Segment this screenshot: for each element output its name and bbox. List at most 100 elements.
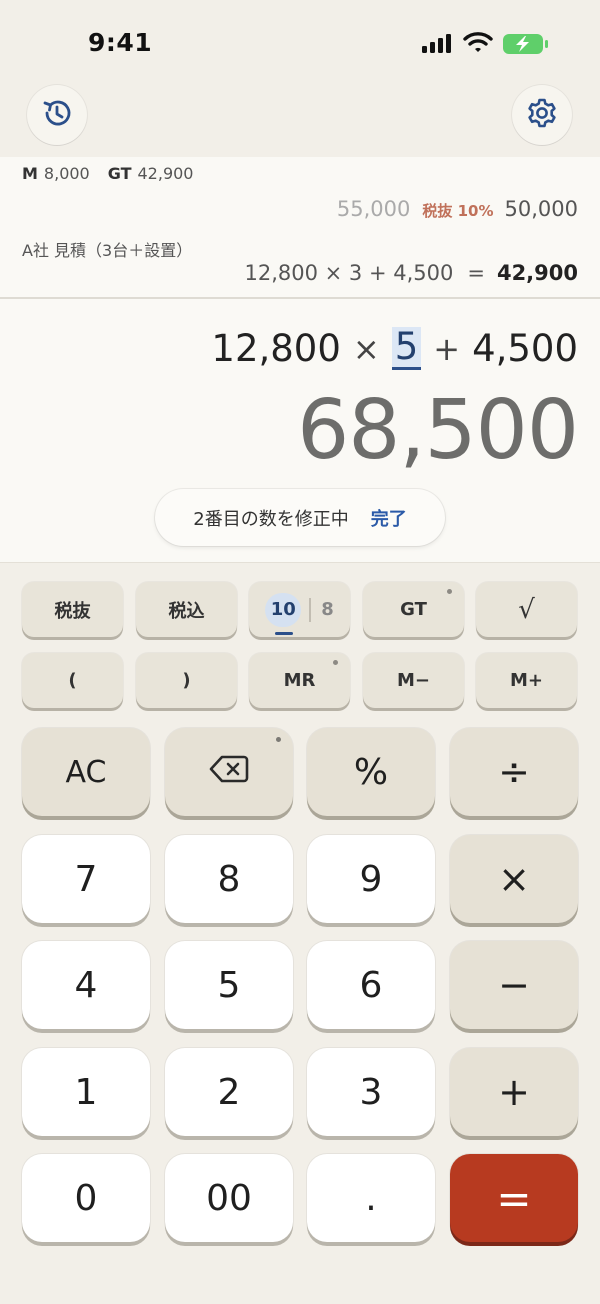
tape-calculation-entry[interactable]: 12,800 × 3 + 4,500 = 42,900 bbox=[244, 261, 578, 285]
memory-plus-key[interactable]: M+ bbox=[476, 653, 577, 708]
memory-plus-label: M+ bbox=[510, 670, 543, 691]
equals-label: = bbox=[496, 1173, 532, 1223]
multiply-key[interactable]: × bbox=[450, 835, 578, 923]
memory-indicator-dot bbox=[333, 660, 338, 665]
digit-6-label: 6 bbox=[359, 964, 383, 1006]
edit-done-button[interactable]: 完了 bbox=[371, 505, 407, 531]
all-clear-label: AC bbox=[65, 754, 107, 790]
digit-3-label: 3 bbox=[359, 1071, 383, 1113]
grand-total-indicator-dot bbox=[447, 589, 452, 594]
memory-status-row: M 8,000 GT 42,900 bbox=[22, 164, 193, 183]
divide-key[interactable]: ÷ bbox=[450, 728, 578, 816]
digit-8-label: 8 bbox=[217, 858, 241, 900]
tape-entry-expression: 12,800 × 3 + 4,500 bbox=[244, 261, 454, 285]
status-bar: 9:41 bbox=[0, 0, 600, 84]
memory-minus-label: M− bbox=[397, 670, 430, 691]
tax-inclusive-key[interactable]: 税込 bbox=[136, 582, 237, 637]
digit-4-key[interactable]: 4 bbox=[22, 941, 150, 1029]
expression-operator-1: × bbox=[352, 329, 380, 368]
subtract-key[interactable]: − bbox=[450, 941, 578, 1029]
divide-label: ÷ bbox=[498, 750, 530, 794]
tax-exclusive-key[interactable]: 税抜 bbox=[22, 582, 123, 637]
grand-total-value: 42,900 bbox=[137, 164, 194, 183]
grand-total-label: GT bbox=[400, 599, 427, 620]
digit-2-key[interactable]: 2 bbox=[165, 1048, 293, 1136]
edit-mode-banner: 2番目の数を修正中 完了 bbox=[155, 489, 445, 546]
tax-after-value: 50,000 bbox=[504, 197, 578, 221]
digit-3-key[interactable]: 3 bbox=[307, 1048, 435, 1136]
add-label: + bbox=[498, 1070, 530, 1114]
expression-operand-2-editing[interactable]: 5 bbox=[391, 327, 422, 370]
digit-1-key[interactable]: 1 bbox=[22, 1048, 150, 1136]
tax-before-value: 55,000 bbox=[336, 197, 411, 221]
open-paren-key[interactable]: ( bbox=[22, 653, 123, 708]
memory-minus-key[interactable]: M− bbox=[363, 653, 464, 708]
main-display: 12,800 × 5 + 4,500 68,500 2番目の数を修正中 完了 bbox=[0, 299, 600, 563]
square-root-label: √ bbox=[518, 594, 535, 625]
digit-5-key[interactable]: 5 bbox=[165, 941, 293, 1029]
equals-key[interactable]: = bbox=[450, 1154, 578, 1242]
radix-divider bbox=[309, 597, 312, 622]
expression-operand-1[interactable]: 12,800 bbox=[211, 327, 340, 370]
add-key[interactable]: + bbox=[450, 1048, 578, 1136]
tape-entry-label: A社 見積（3台＋設置） bbox=[22, 241, 193, 260]
digit-9-key[interactable]: 9 bbox=[307, 835, 435, 923]
subtract-label: − bbox=[498, 963, 530, 1007]
history-icon bbox=[40, 96, 74, 134]
all-clear-key[interactable]: AC bbox=[22, 728, 150, 816]
gear-icon bbox=[525, 96, 559, 134]
backspace-key[interactable] bbox=[165, 728, 293, 816]
percent-label: % bbox=[353, 751, 389, 793]
digit-0-key[interactable]: 0 bbox=[22, 1154, 150, 1242]
wifi-icon bbox=[463, 31, 493, 57]
radix-decimal-option[interactable]: 10 bbox=[265, 592, 302, 635]
tape-entry-result: 42,900 bbox=[496, 261, 578, 285]
tax-exclusive-label: 税抜 bbox=[54, 600, 91, 622]
memory-tag: M bbox=[22, 164, 38, 183]
backspace-indicator-dot bbox=[276, 737, 281, 742]
digit-7-label: 7 bbox=[74, 858, 98, 900]
calculation-tape: M 8,000 GT 42,900 55,000 税抜 10% 50,000 A社 見… bbox=[0, 157, 600, 299]
cellular-signal-icon bbox=[422, 33, 454, 57]
settings-button[interactable] bbox=[512, 85, 572, 145]
open-paren-label: ( bbox=[68, 670, 77, 691]
result-value: 68,500 bbox=[297, 383, 579, 478]
edit-mode-message: 2番目の数を修正中 bbox=[193, 508, 349, 530]
tape-entry-equals: = bbox=[467, 261, 485, 285]
digit-6-key[interactable]: 6 bbox=[307, 941, 435, 1029]
square-root-key[interactable]: √ bbox=[476, 582, 577, 637]
backspace-icon bbox=[209, 752, 249, 793]
digit-5-label: 5 bbox=[217, 964, 241, 1006]
current-expression: 12,800 × 5 + 4,500 bbox=[211, 327, 578, 370]
digit-1-label: 1 bbox=[74, 1071, 98, 1113]
grand-total-tag: GT bbox=[107, 164, 132, 183]
digit-4-label: 4 bbox=[74, 964, 98, 1006]
multiply-label: × bbox=[498, 857, 530, 901]
decimal-point-label: . bbox=[365, 1177, 377, 1219]
digit-8-key[interactable]: 8 bbox=[165, 835, 293, 923]
tax-badge: 税抜 10% bbox=[422, 202, 494, 220]
radix-toggle-key[interactable]: 10 8 bbox=[249, 582, 350, 637]
memory-recall-key[interactable]: MR bbox=[249, 653, 350, 708]
close-paren-label: ) bbox=[182, 670, 191, 691]
digit-0-label: 0 bbox=[74, 1177, 98, 1219]
tax-inclusive-label: 税込 bbox=[168, 600, 205, 622]
battery-charging-icon bbox=[502, 32, 550, 60]
expression-operator-2: + bbox=[433, 329, 461, 368]
close-paren-key[interactable]: ) bbox=[136, 653, 237, 708]
tape-tax-entry[interactable]: 55,000 税抜 10% 50,000 bbox=[337, 197, 578, 221]
grand-total-key[interactable]: GT bbox=[363, 582, 464, 637]
status-time: 9:41 bbox=[88, 28, 153, 57]
memory-value: 8,000 bbox=[43, 164, 90, 183]
double-zero-label: 00 bbox=[206, 1177, 252, 1219]
expression-operand-3[interactable]: 4,500 bbox=[472, 327, 578, 370]
radix-octal-option[interactable]: 8 bbox=[321, 599, 334, 620]
decimal-point-key[interactable]: . bbox=[307, 1154, 435, 1242]
digit-7-key[interactable]: 7 bbox=[22, 835, 150, 923]
digit-2-label: 2 bbox=[217, 1071, 241, 1113]
double-zero-key[interactable]: 00 bbox=[165, 1154, 293, 1242]
digit-9-label: 9 bbox=[359, 858, 383, 900]
percent-key[interactable]: % bbox=[307, 728, 435, 816]
memory-recall-label: MR bbox=[283, 670, 316, 691]
history-button[interactable] bbox=[27, 85, 87, 145]
